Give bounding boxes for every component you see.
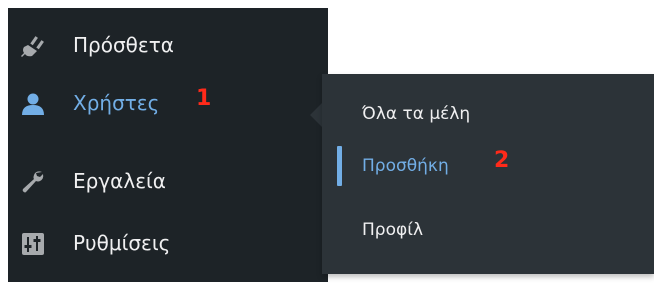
submenu-item-profile[interactable]: Προφίλ bbox=[322, 210, 654, 250]
submenu-item-add-new[interactable]: Προσθήκη 2 bbox=[322, 146, 654, 186]
submenu-item-label: Όλα τα μέλη bbox=[362, 104, 471, 124]
settings-icon bbox=[18, 229, 48, 259]
admin-sidebar: Πρόσθετα Χρήστες 1 Εργαλεία Ρυθμίσεις bbox=[8, 8, 328, 282]
submenu-item-label: Προφίλ bbox=[362, 220, 424, 240]
focus-indicator bbox=[337, 146, 342, 186]
sidebar-item-users[interactable]: Χρήστες 1 bbox=[8, 74, 328, 134]
submenu-item-label: Προσθήκη bbox=[362, 156, 449, 176]
submenu-pointer bbox=[310, 103, 322, 127]
sidebar-item-label: Χρήστες bbox=[73, 91, 160, 115]
wrench-icon bbox=[18, 167, 48, 197]
sidebar-item-label: Εργαλεία bbox=[73, 169, 166, 193]
sidebar-item-label: Ρυθμίσεις bbox=[73, 231, 171, 255]
annotation-marker: 2 bbox=[494, 148, 510, 173]
plugin-icon bbox=[18, 31, 48, 61]
sidebar-item-settings[interactable]: Ρυθμίσεις bbox=[8, 214, 328, 274]
submenu-item-all-users[interactable]: Όλα τα μέλη bbox=[322, 94, 654, 134]
sidebar-item-tools[interactable]: Εργαλεία bbox=[8, 152, 328, 212]
annotation-marker: 1 bbox=[196, 86, 212, 111]
user-icon bbox=[18, 89, 48, 119]
users-submenu: Όλα τα μέλη Προσθήκη 2 Προφίλ bbox=[322, 74, 654, 274]
sidebar-item-plugins[interactable]: Πρόσθετα bbox=[8, 16, 328, 76]
sidebar-item-label: Πρόσθετα bbox=[73, 33, 174, 57]
